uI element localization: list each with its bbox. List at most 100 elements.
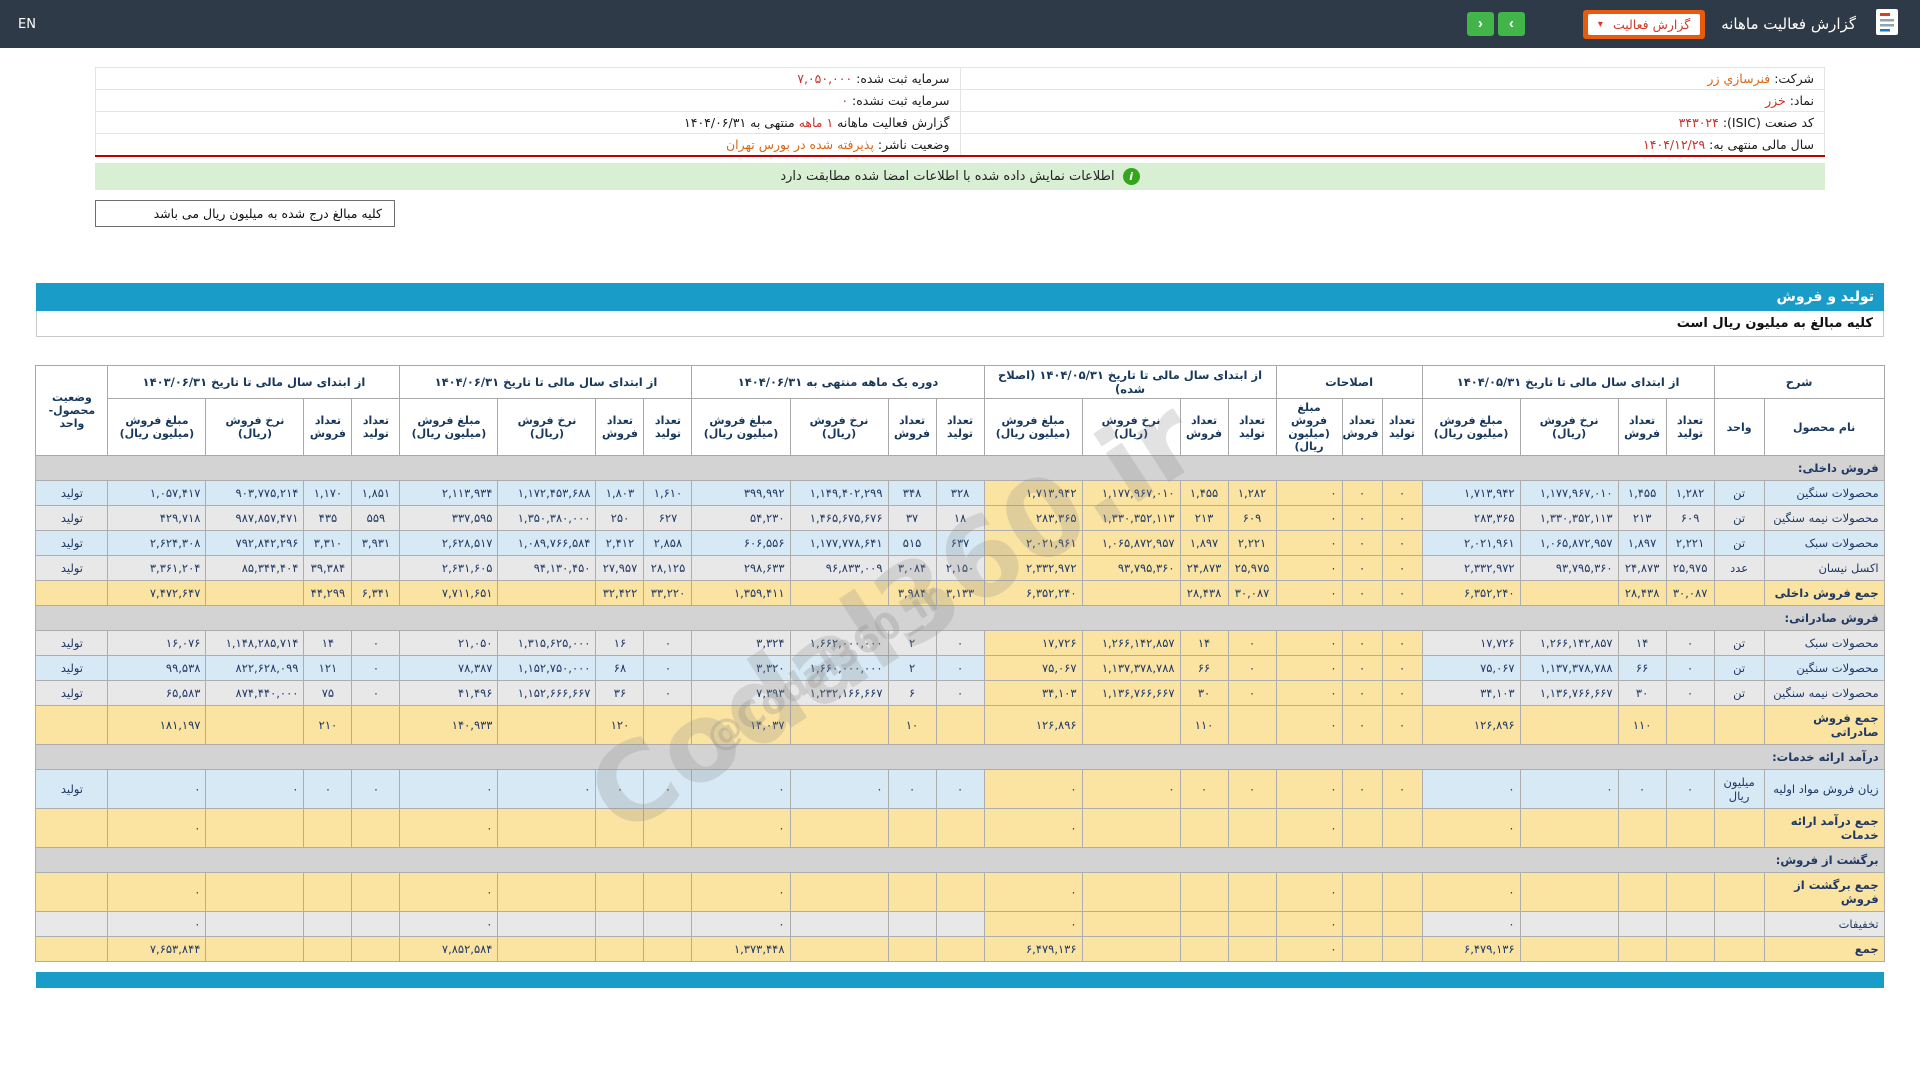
value-cell [205, 911, 305, 937]
info-label: کد صنعت (ISIC): [1718, 115, 1814, 130]
value-cell: ۲,۴۱۲ [595, 530, 645, 556]
value-cell [1519, 872, 1619, 912]
product-name: محصولات سبک [1763, 630, 1885, 656]
product-name: جمع [1763, 936, 1885, 962]
unit-cell: عدد [1713, 555, 1765, 581]
value-cell [1665, 872, 1715, 912]
header-unit: واحد [1713, 398, 1765, 456]
value-cell [1341, 936, 1383, 962]
product-name: محصولات نیمه سنگین [1763, 680, 1885, 706]
value-cell: ۳۹۹,۹۹۲ [691, 480, 791, 506]
value-cell: ۶,۴۷۹,۱۳۶ [983, 936, 1083, 962]
next-period-button[interactable]: › [1497, 12, 1525, 36]
data-row: محصولات نیمه سنگین تن ۰ ۳۰ ۱,۱۳۶,۷۶۶,۶۶۷ ۳۴,۱… [35, 680, 1885, 706]
value-cell: ۲,۲۲۱ [1665, 530, 1715, 556]
value-cell: ۰ [935, 630, 985, 656]
value-cell [497, 808, 597, 848]
value-cell: ۱۶ [595, 630, 645, 656]
value-cell [643, 808, 693, 848]
value-cell: ۱,۱۷۷,۷۷۸,۶۴۱ [789, 530, 889, 556]
value-cell: ۱۴,۰۳۷ [691, 705, 791, 745]
value-cell: ۳۹,۳۸۴ [303, 555, 353, 581]
info-row: نماد: خزر سرمایه ثبت نشده: ۰ [95, 89, 1825, 112]
info-label: گزارش فعالیت ماهانه [833, 115, 950, 130]
value-cell: ۱۲۱ [303, 655, 353, 681]
info-cell-right: سال مالی منتهی به: ۱۴۰۴/۱۲/۲۹ [959, 133, 1825, 157]
value-cell [935, 808, 985, 848]
value-cell: ۱,۱۵۲,۷۵۰,۰۰۰ [497, 655, 597, 681]
total-row: جمع درآمد ارائه خدمات ۰ ۰ ۰ ۰ ۰ ۰ [35, 808, 1885, 848]
value-cell [497, 936, 597, 962]
value-cell [497, 872, 597, 912]
total-row: جمع برگشت از فروش ۰ ۰ ۰ ۰ ۰ ۰ [35, 872, 1885, 912]
value-cell: ۱,۱۳۶,۷۶۶,۶۶۷ [1081, 680, 1181, 706]
value-cell: ۰ [1341, 580, 1383, 606]
value-cell: ۱۲۰ [595, 705, 645, 745]
value-cell: ۱,۱۷۲,۴۵۳,۶۸۸ [497, 480, 597, 506]
value-cell [497, 911, 597, 937]
data-row: محصولات سنگین تن ۰ ۶۶ ۱,۱۳۷,۳۷۸,۷۸۸ ۷۵,۰۶۷ ۰ ۰ ۰… [35, 655, 1885, 681]
production-sales-table: شرح از ابتدای سال مالی تا تاریخ ۱۴۰۴/۰۵/۳… [35, 365, 1885, 962]
value-cell: ۷,۷۱۱,۶۵۱ [399, 580, 499, 606]
product-name: تخفیفات [1763, 911, 1885, 937]
status-cell [35, 705, 109, 745]
info-cell-right: شرکت: فنرسازي زر [959, 67, 1825, 90]
section-label: فروش داخلی: [35, 455, 1885, 481]
value-cell: ۱۶,۰۷۶ [107, 630, 207, 656]
value-cell: ۳۴,۱۰۳ [1421, 680, 1521, 706]
report-type-select[interactable]: گزارش فعالیت ▾ [1582, 9, 1706, 39]
data-row: زیان فروش مواد اولیه میلیون ریال ۰ ۰ ۰ ۰ ۰ ۰ ۰ ۰ ۰… [35, 769, 1885, 809]
value-cell: ۱,۰۸۹,۷۶۶,۵۸۴ [497, 530, 597, 556]
info-label: نماد: [1785, 93, 1814, 108]
value-cell: ۰ [1275, 769, 1343, 809]
language-toggle[interactable]: EN [18, 17, 36, 32]
value-cell: ۳,۰۸۴ [887, 555, 937, 581]
value-cell [935, 936, 985, 962]
value-cell: ۱,۲۶۶,۱۴۲,۸۵۷ [1081, 630, 1181, 656]
value-cell [1081, 936, 1181, 962]
value-cell: ۵۱۵ [887, 530, 937, 556]
value-cell: ۰ [1421, 808, 1521, 848]
info-cell-left: سرمایه ثبت شده: ۷,۰۵۰,۰۰۰ [95, 67, 961, 90]
value-cell [351, 555, 401, 581]
value-cell: ۳۰ [1617, 680, 1667, 706]
info-label: سال مالی منتهی به: [1705, 137, 1814, 152]
info-label: منتهی به ۱۴۰۴/۰۶/۳۱ [684, 115, 799, 130]
value-cell: ۱,۳۱۵,۶۲۵,۰۰۰ [497, 630, 597, 656]
value-cell: ۰ [1341, 555, 1383, 581]
value-cell: ۱۸۱,۱۹۷ [107, 705, 207, 745]
value-cell [1617, 872, 1667, 912]
value-cell: ۱,۱۳۶,۷۶۶,۶۶۷ [1519, 680, 1619, 706]
value-cell: ۰ [1275, 530, 1343, 556]
header-sub: تعداد تولید [1665, 398, 1715, 456]
value-cell: ۱,۲۸۲ [1665, 480, 1715, 506]
value-cell: ۴۲۹,۷۱۸ [107, 505, 207, 531]
value-cell: ۱,۷۱۳,۹۴۲ [983, 480, 1083, 506]
info-label: وضعیت ناشر: [873, 137, 950, 152]
value-cell: ۰ [1341, 505, 1383, 531]
value-cell: ۱,۴۵۵ [1179, 480, 1229, 506]
value-cell [351, 808, 401, 848]
value-cell: ۰ [691, 808, 791, 848]
value-cell [205, 808, 305, 848]
value-cell: ۰ [1341, 769, 1383, 809]
value-cell: ۳۲,۴۲۲ [595, 580, 645, 606]
page-title: گزارش فعالیت ماهانه [1721, 15, 1856, 33]
value-cell: ۲۵۰ [595, 505, 645, 531]
prev-period-button[interactable]: ‹ [1466, 12, 1494, 36]
product-name: محصولات سنگین [1763, 655, 1885, 681]
data-row: محصولات سبک تن ۲,۲۲۱ ۱,۸۹۷ ۱,۰۶۵,۸۷۲,۹۵۷ ۲,۰۲… [35, 530, 1885, 556]
section-row: درآمد ارائه خدمات: [35, 744, 1885, 770]
value-cell: ۶۰۹ [1665, 505, 1715, 531]
value-cell: ۲۱,۰۵۰ [399, 630, 499, 656]
value-cell: ۰ [1227, 630, 1277, 656]
value-cell: ۱,۲۳۲,۱۶۶,۶۶۷ [789, 680, 889, 706]
value-cell: ۰ [205, 769, 305, 809]
status-cell: تولید [35, 680, 109, 706]
value-cell: ۰ [1341, 680, 1383, 706]
value-cell: ۶,۴۷۹,۱۳۶ [1421, 936, 1521, 962]
status-cell: تولید [35, 505, 109, 531]
value-cell: ۲۱۳ [1179, 505, 1229, 531]
value-cell: ۱,۴۵۵ [1617, 480, 1667, 506]
value-cell: ۰ [643, 630, 693, 656]
